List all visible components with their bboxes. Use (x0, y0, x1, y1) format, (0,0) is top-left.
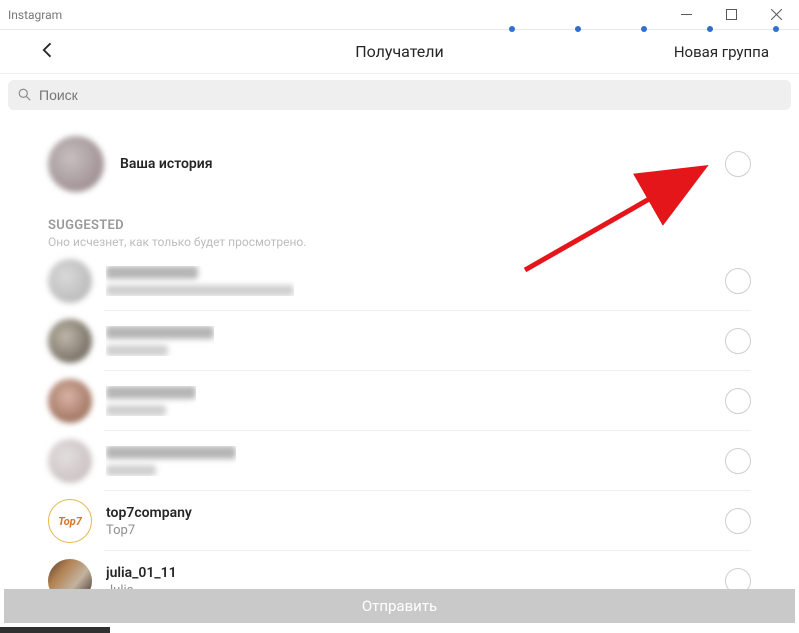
recipient-row[interactable] (0, 251, 799, 311)
recipient-name: julia_01_11 (106, 565, 177, 581)
recipient-radio[interactable] (725, 328, 751, 354)
pager-dots (509, 26, 779, 32)
recipient-row[interactable] (0, 311, 799, 371)
avatar (48, 319, 92, 363)
recipient-sub (106, 345, 168, 356)
avatar (48, 439, 92, 483)
recipient-name (106, 386, 196, 399)
your-story-radio[interactable] (725, 151, 751, 177)
content-area: Ваша история SUGGESTED Оно исчезнет, как… (0, 116, 799, 595)
recipient-sub: Top7 (106, 523, 192, 538)
recipient-name (106, 266, 198, 279)
recipient-radio[interactable] (725, 268, 751, 294)
suggested-title: SUGGESTED (48, 218, 751, 233)
your-story-avatar (48, 136, 104, 192)
recipient-radio[interactable] (725, 388, 751, 414)
recipient-sub (106, 465, 156, 476)
recipient-name (106, 326, 214, 339)
new-group-link[interactable]: Новая группа (674, 43, 769, 61)
avatar (48, 259, 92, 303)
search-bar[interactable] (8, 80, 791, 110)
recipient-sub (106, 285, 294, 296)
recipient-row[interactable] (0, 431, 799, 491)
window-title: Instagram (8, 8, 62, 22)
search-icon (18, 86, 31, 105)
recipient-row[interactable] (0, 371, 799, 431)
back-button[interactable] (38, 40, 58, 64)
search-input[interactable] (39, 87, 781, 103)
your-story-row[interactable]: Ваша история (0, 126, 799, 212)
avatar: Top7 (48, 499, 92, 543)
recipient-list: Top7 top7company Top7 julia_01_11 Julia (0, 251, 799, 595)
avatar (48, 379, 92, 423)
recipient-name (106, 446, 236, 459)
suggested-subtitle: Оно исчезнет, как только будет просмотре… (48, 235, 751, 249)
recipient-radio[interactable] (725, 508, 751, 534)
recipient-row[interactable]: Top7 top7company Top7 (0, 491, 799, 551)
suggested-header: SUGGESTED Оно исчезнет, как только будет… (0, 212, 799, 251)
search-container (0, 74, 799, 116)
recipient-radio[interactable] (725, 448, 751, 474)
page-title: Получатели (355, 42, 444, 61)
recipient-sub (106, 405, 166, 416)
page-header: Получатели Новая группа (0, 30, 799, 74)
loading-indicator (0, 627, 110, 633)
your-story-label: Ваша история (120, 156, 213, 172)
recipient-name: top7company (106, 505, 192, 521)
send-button[interactable]: Отправить (4, 589, 795, 623)
